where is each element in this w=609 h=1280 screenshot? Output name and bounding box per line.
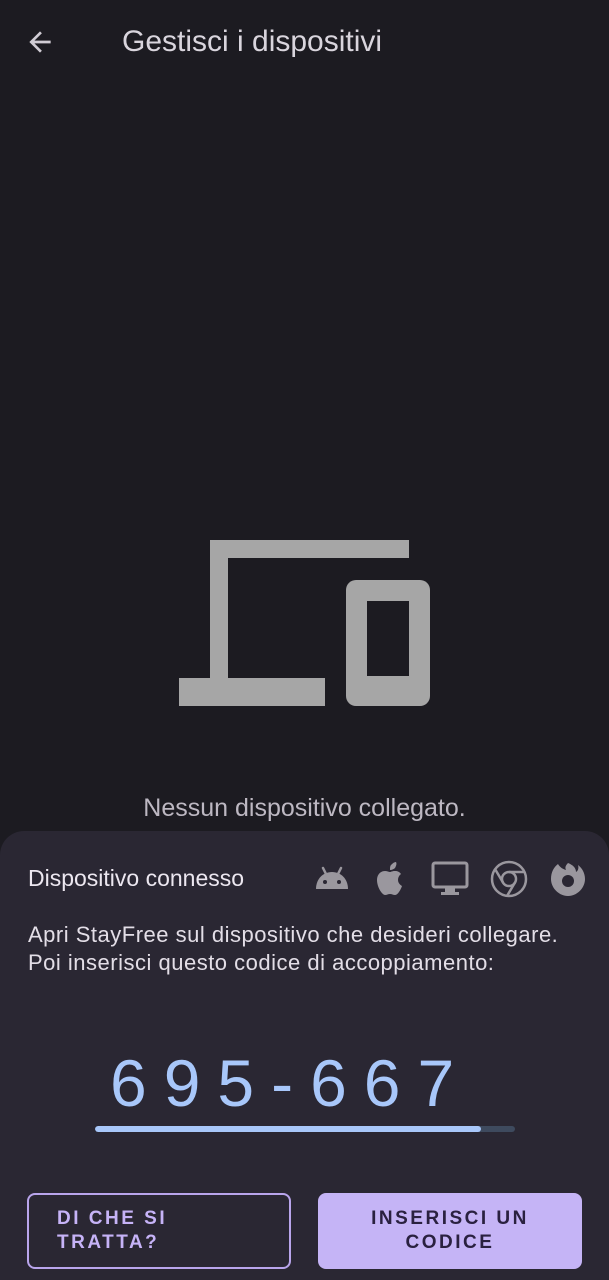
enter-code-label: INSERISCI UN CODICE [371,1208,529,1253]
empty-state-message: Nessun dispositivo collegato. [143,794,466,822]
screen: Gestisci i dispositivi Nessun dispositiv… [0,0,609,1280]
chrome-icon [489,859,529,899]
page-title: Gestisci i dispositivi [122,25,383,58]
back-button[interactable] [14,16,66,68]
pairing-code: 695-667 [110,1046,472,1120]
top-app-bar: Gestisci i dispositivi [0,0,609,84]
firefox-icon [548,859,588,899]
code-expiry-progress-fill [95,1126,482,1132]
desktop-icon [430,859,470,899]
devices-icon [179,540,430,706]
android-icon [312,859,352,899]
enter-code-button[interactable]: INSERISCI UN CODICE [318,1193,582,1269]
what-is-this-button[interactable]: DI CHE SI TRATTA? [27,1193,291,1269]
pairing-instructions: Apri StayFree sul dispositivo che deside… [28,922,559,975]
platform-icons [293,859,588,899]
arrow-back-icon [29,31,51,53]
pairing-bottom-sheet: Dispositivo connesso Apri StayFree sul d… [0,831,609,1280]
what-is-this-label: DI CHE SI TRATTA? [57,1208,168,1253]
sheet-header: Dispositivo connesso [28,859,588,899]
apple-icon [371,859,411,899]
sheet-title: Dispositivo connesso [28,865,245,891]
code-expiry-progress [95,1126,515,1132]
